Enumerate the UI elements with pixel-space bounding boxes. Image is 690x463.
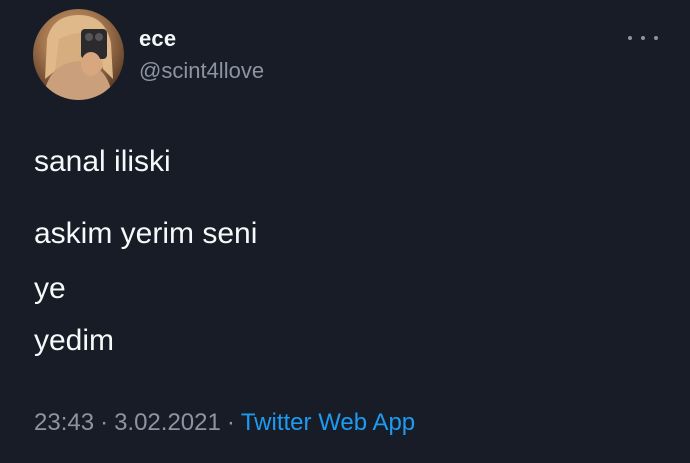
tweet-card: ece @scint4llove sanal iliski askim yeri… [0,0,690,463]
author-handle[interactable]: @scint4llove [139,58,264,84]
tweet-source-link[interactable]: Twitter Web App [241,409,415,436]
meta-separator: · [226,409,235,436]
author-avatar[interactable] [33,9,124,100]
tweet-text-line: yedim [34,324,115,357]
avatar-photo-icon [43,15,113,100]
dot [654,36,658,40]
tweet-time[interactable]: 23:43 [34,409,94,436]
tweet-text-line: ye [34,272,66,305]
tweet-date[interactable]: 3.02.2021 [114,409,221,436]
more-options-icon[interactable] [628,30,658,46]
tweet-text-line: askim yerim seni [34,217,258,250]
author-name[interactable]: ece [139,26,176,52]
meta-separator: · [100,409,109,436]
dot [641,36,645,40]
dot [628,36,632,40]
tweet-text-line: sanal iliski [34,145,171,178]
tweet-meta: 23:43 · 3.02.2021 · Twitter Web App [34,409,415,437]
